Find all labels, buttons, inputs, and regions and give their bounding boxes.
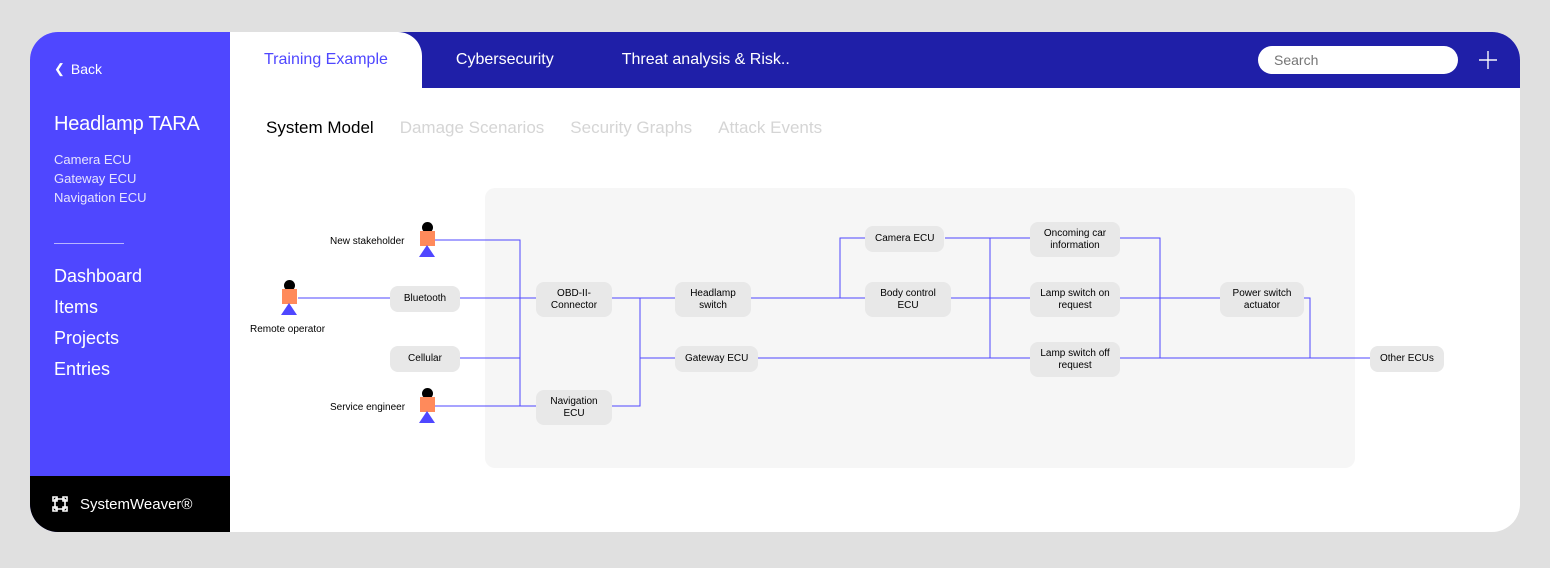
subtab-system-model[interactable]: System Model [266,118,374,138]
subtab-damage-scenarios[interactable]: Damage Scenarios [400,118,545,138]
node-headlamp-switch[interactable]: Headlamp switch [675,282,751,317]
node-oncoming-info[interactable]: Oncoming car information [1030,222,1120,257]
tab-threat-analysis[interactable]: Threat analysis & Risk.. [588,32,824,88]
node-lamp-off[interactable]: Lamp switch off request [1030,342,1120,377]
node-power-actuator[interactable]: Power switch actuator [1220,282,1304,317]
back-label: Back [71,61,102,77]
node-camera-ecu[interactable]: Camera ECU [865,226,944,252]
project-title: Headlamp TARA [54,113,206,136]
nav-dashboard[interactable]: Dashboard [54,266,206,287]
node-cellular[interactable]: Cellular [390,346,460,372]
diagram-canvas[interactable]: New stakeholder Remote operator Service … [230,148,1520,532]
topbar-right [1238,32,1520,88]
chevron-left-icon: ❮ [54,61,65,77]
node-bluetooth[interactable]: Bluetooth [390,286,460,312]
plus-icon[interactable] [1476,48,1500,72]
node-navigation-ecu[interactable]: Navigation ECU [536,390,612,425]
tab-training-example[interactable]: Training Example [230,32,422,88]
actor-new-stakeholder-label: New stakeholder [330,236,404,247]
sidebar: ❮ Back Headlamp TARA Camera ECU Gateway … [30,32,230,532]
actor-service-engineer-label: Service engineer [330,402,405,413]
project-sub-navigation[interactable]: Navigation ECU [54,190,206,205]
app-window: ❮ Back Headlamp TARA Camera ECU Gateway … [30,32,1520,532]
node-body-control-ecu[interactable]: Body control ECU [865,282,951,317]
project-sub-camera[interactable]: Camera ECU [54,152,206,167]
nav-entries[interactable]: Entries [54,359,206,380]
nav-items[interactable]: Items [54,297,206,318]
back-button[interactable]: ❮ Back [54,61,102,77]
node-gateway-ecu[interactable]: Gateway ECU [675,346,758,372]
actor-remote-operator-label: Remote operator [250,324,325,335]
actor-service-engineer-icon[interactable] [418,388,436,423]
actor-new-stakeholder-icon[interactable] [418,222,436,257]
project-sub-gateway[interactable]: Gateway ECU [54,171,206,186]
actor-remote-operator-icon[interactable] [280,280,298,315]
subtab-attack-events[interactable]: Attack Events [718,118,822,138]
subtabs: System Model Damage Scenarios Security G… [230,88,1520,148]
nav-projects[interactable]: Projects [54,328,206,349]
topbar: Training Example Cybersecurity Threat an… [230,32,1520,88]
nav-links: Dashboard Items Projects Entries [30,266,230,390]
subtab-security-graphs[interactable]: Security Graphs [570,118,692,138]
sidebar-top: ❮ Back Headlamp TARA Camera ECU Gateway … [30,32,230,209]
brand-footer: SystemWeaver® [30,476,230,532]
search-input[interactable] [1258,46,1458,74]
node-lamp-on[interactable]: Lamp switch on request [1030,282,1120,317]
node-other-ecus[interactable]: Other ECUs [1370,346,1444,372]
main: Training Example Cybersecurity Threat an… [230,32,1520,532]
tab-cybersecurity[interactable]: Cybersecurity [422,32,588,88]
brand-label: SystemWeaver® [80,496,192,513]
systemweaver-logo-icon [50,494,70,514]
node-obd[interactable]: OBD-II-Connector [536,282,612,317]
sidebar-divider [54,243,124,244]
